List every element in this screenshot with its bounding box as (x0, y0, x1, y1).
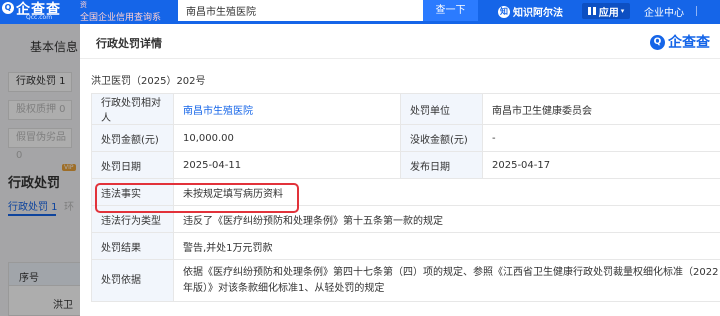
party-label: 行政处罚相对人 (91, 93, 174, 125)
nav-enterprise-center[interactable]: 企业中心 (644, 4, 684, 19)
modal-header: 行政处罚详情 Q 企查查 (80, 24, 720, 59)
penalty-date-label: 处罚日期 (91, 151, 174, 179)
table-row: 行政处罚相对人 南昌市生殖医院 处罚单位 南昌市卫生健康委员会 (91, 93, 720, 125)
modal-title: 行政处罚详情 (96, 37, 162, 50)
search-button[interactable]: 查一下 (423, 0, 478, 21)
zhifa-icon: 知 (498, 5, 510, 18)
nav-app-label: 应用 (598, 7, 619, 19)
result-value: 警告,并处1万元罚款 (173, 232, 720, 260)
authority-value: 南昌市卫生健康委员会 (482, 93, 720, 125)
qcc-logo-icon: Q (2, 2, 14, 14)
nav-divider (696, 6, 697, 16)
case-number: 洪卫医罚（2025）202号 (91, 76, 206, 87)
basis-value: 依据《医疗纠纷预防和处理条例》第四十七条第（四）项的规定、参照《江西省卫生健康行… (173, 259, 720, 302)
slogan-top: 资 (80, 1, 87, 9)
table-row: 处罚日期 2025-04-11 发布日期 2025-04-17 (91, 151, 720, 179)
nav-zhifa-label: 知识阿尔法 (513, 8, 563, 19)
fine-amount-value: 10,000.00 (173, 124, 401, 152)
table-row: 处罚结果 警告,并处1万元罚款 (91, 232, 720, 260)
party-link[interactable]: 南昌市生殖医院 (173, 93, 401, 125)
result-label: 处罚结果 (91, 232, 174, 260)
logo-url: Qcc.com (26, 14, 53, 21)
confiscation-label: 没收金额(元) (400, 124, 483, 152)
modal-brand-logo: Q 企查查 (650, 32, 710, 52)
authority-label: 处罚单位 (400, 93, 483, 125)
illegal-fact-highlight-box (95, 183, 299, 213)
confiscation-value: - (482, 124, 720, 152)
table-row: 处罚依据 依据《医疗纠纷预防和处理条例》第四十七条第（四）项的规定、参照《江西省… (91, 259, 720, 302)
fine-amount-label: 处罚金额(元) (91, 124, 174, 152)
basis-label: 处罚依据 (91, 259, 174, 302)
top-nav-bar: Q 企查查 Qcc.com 资 全国企业信用查询系 查一下 知 知识阿尔法 应用… (0, 0, 720, 24)
slogan: 全国企业信用查询系 (80, 13, 162, 23)
penalty-date-value: 2025-04-11 (173, 151, 401, 179)
publish-date-label: 发布日期 (400, 151, 483, 179)
grid-icon (587, 7, 596, 15)
nav-zhifa-alpha[interactable]: 知 知识阿尔法 (498, 4, 563, 19)
search-input[interactable] (178, 0, 423, 21)
penalty-detail-modal: 行政处罚详情 Q 企查查 洪卫医罚（2025）202号 行政处罚相对人 南昌市生… (80, 24, 720, 316)
qcc-brand-icon: Q (650, 34, 665, 50)
chevron-down-icon: ▾ (620, 7, 625, 15)
modal-brand-text: 企查查 (668, 35, 710, 51)
table-row: 处罚金额(元) 10,000.00 没收金额(元) - (91, 124, 720, 152)
publish-date-value: 2025-04-17 (482, 151, 720, 179)
nav-app-menu[interactable]: 应用 ▾ (582, 3, 630, 19)
qcc-logo[interactable]: Q 企查查 Qcc.com 资 全国企业信用查询系 (0, 0, 178, 24)
